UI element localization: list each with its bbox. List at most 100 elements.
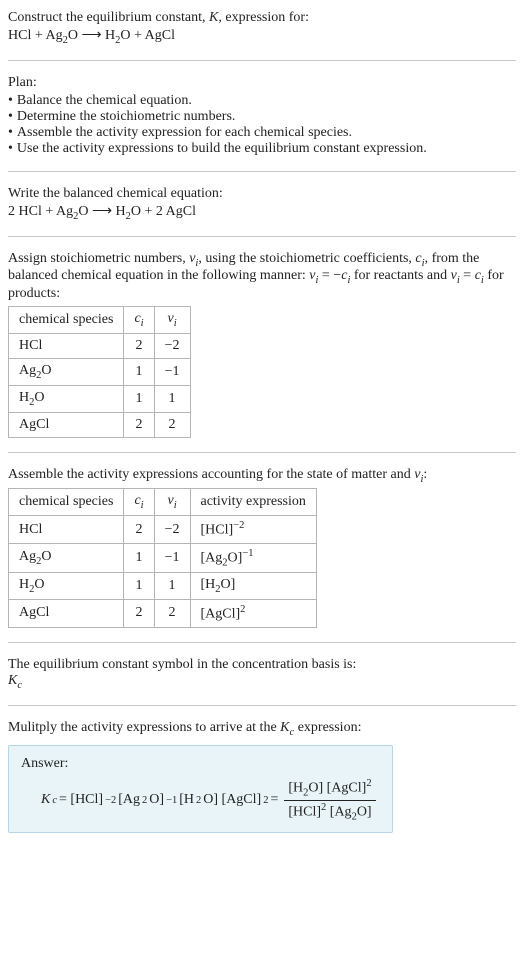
cell: 1: [124, 385, 154, 412]
subscript: i: [174, 500, 177, 511]
plan-item: •Assemble the activity expression for ea…: [8, 125, 516, 141]
table-row: chemical species ci νi activity expressi…: [9, 489, 317, 516]
text: O: [34, 577, 44, 592]
text: H: [19, 577, 29, 592]
text: Balance the chemical equation.: [17, 93, 192, 109]
activity-table: chemical species ci νi activity expressi…: [8, 488, 317, 627]
subscript: c: [52, 795, 57, 806]
text: [H: [201, 577, 216, 592]
cell: HCl: [9, 516, 124, 544]
table-row: HCl 2 −2 [HCl]−2: [9, 516, 317, 544]
text: Assemble the activity expressions accoun…: [8, 467, 414, 482]
text: [HCl]: [201, 523, 234, 538]
plan-title: Plan:: [8, 75, 516, 91]
balanced-equation: 2 HCl + Ag2O ⟶ H2O + 2 AgCl: [8, 204, 196, 219]
text: [HCl]: [288, 804, 321, 819]
text: for reactants and: [350, 268, 450, 283]
text: Use the activity expressions to build th…: [17, 141, 427, 157]
superscript: 2: [240, 604, 245, 615]
superscript: 2: [263, 795, 268, 806]
text: [Ag: [118, 792, 140, 808]
problem-statement: Construct the equilibrium constant, K, e…: [0, 6, 524, 50]
text: Ag: [19, 549, 36, 564]
divider: [8, 236, 516, 237]
cell: 2: [124, 333, 154, 358]
text: [Ag: [326, 804, 351, 819]
plan-item: •Balance the chemical equation.: [8, 93, 516, 109]
superscript: −2: [105, 795, 116, 806]
text: O: [78, 204, 92, 219]
cell: 2: [124, 516, 154, 544]
table-row: Ag2O 1 −1: [9, 358, 191, 385]
bullet-icon: •: [8, 141, 13, 157]
numerator: [H2O] [AgCl]2: [284, 778, 375, 800]
cell: 1: [124, 358, 154, 385]
cell: −2: [154, 516, 190, 544]
cell: −2: [154, 333, 190, 358]
cell: H2O: [9, 573, 124, 600]
divider: [8, 642, 516, 643]
text: [H: [288, 781, 303, 796]
answer-equation: Kc = [HCl]−2 [Ag2O]−1 [H2O] [AgCl]2 = [H…: [21, 778, 380, 822]
superscript: −1: [166, 795, 177, 806]
arrow-icon: ⟶: [81, 26, 101, 42]
table-row: H2O 1 1: [9, 385, 191, 412]
cell: [H2O]: [190, 573, 316, 600]
plan-item: •Use the activity expressions to build t…: [8, 141, 516, 157]
section-title: Write the balanced chemical equation:: [8, 186, 516, 202]
text: O]: [357, 804, 372, 819]
subscript: 2: [196, 795, 201, 806]
col-header: νi: [154, 489, 190, 516]
text: [H: [179, 792, 194, 808]
K-symbol: K: [209, 10, 218, 25]
text: O + AgCl: [120, 28, 175, 43]
Kc-symbol: K: [280, 720, 289, 735]
col-header: ci: [124, 489, 154, 516]
text: O: [68, 28, 82, 43]
cell: [Ag2O]−1: [190, 543, 316, 572]
table-row: AgCl 2 2 [AgCl]2: [9, 600, 317, 628]
answer-label: Answer:: [21, 756, 380, 772]
stoich-section: Assign stoichiometric numbers, νi, using…: [0, 247, 524, 442]
col-header: ci: [124, 307, 154, 334]
bullet-icon: •: [8, 109, 13, 125]
cell: AgCl: [9, 600, 124, 628]
Kc-symbol: K: [8, 673, 17, 688]
cell: HCl: [9, 333, 124, 358]
denominator: [HCl]2 [Ag2O]: [284, 801, 375, 822]
col-header: activity expression: [190, 489, 316, 516]
text: :: [423, 467, 427, 482]
unbalanced-equation: HCl + Ag2O ⟶ H2O + AgCl: [8, 28, 175, 43]
bullet-icon: •: [8, 93, 13, 109]
divider: [8, 60, 516, 61]
cell: 1: [154, 573, 190, 600]
divider: [8, 705, 516, 706]
subscript: c: [17, 680, 22, 691]
cell: [HCl]−2: [190, 516, 316, 544]
text: O + 2 AgCl: [131, 204, 196, 219]
col-header: chemical species: [9, 307, 124, 334]
text: =: [270, 792, 278, 808]
plan-section: Plan: •Balance the chemical equation. •D…: [0, 71, 524, 161]
cell: 1: [154, 385, 190, 412]
divider: [8, 171, 516, 172]
superscript: −1: [242, 548, 253, 559]
text: O] [AgCl]: [203, 792, 261, 808]
text: 2 HCl + Ag: [8, 204, 73, 219]
text: O]: [221, 577, 236, 592]
table-row: AgCl 2 2: [9, 412, 191, 437]
text: Ag: [19, 363, 36, 378]
balanced-section: Write the balanced chemical equation: 2 …: [0, 182, 524, 226]
text: , using the stoichiometric coefficients,: [198, 251, 415, 266]
text: [Ag: [201, 550, 223, 565]
subscript: i: [174, 318, 177, 329]
cell: Ag2O: [9, 543, 124, 572]
table-row: Ag2O 1 −1 [Ag2O]−1: [9, 543, 317, 572]
kc-symbol-section: The equilibrium constant symbol in the c…: [0, 653, 524, 695]
text: [AgCl]: [201, 607, 241, 622]
cell: 2: [154, 412, 190, 437]
divider: [8, 452, 516, 453]
fraction: [H2O] [AgCl]2 [HCl]2 [Ag2O]: [284, 778, 375, 822]
col-header: νi: [154, 307, 190, 334]
text: Mulitply the activity expressions to arr…: [8, 720, 280, 735]
